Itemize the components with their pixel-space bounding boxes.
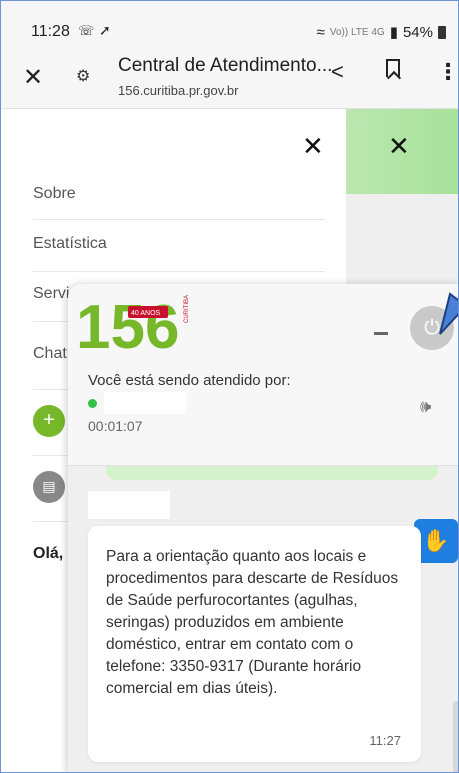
menu-item-servicos[interactable]: Servi (33, 285, 69, 303)
pointer-cursor-icon (439, 292, 458, 335)
divider (33, 271, 325, 272)
share-icon[interactable]: < (331, 59, 344, 85)
online-status-icon (88, 399, 97, 408)
network-indicator: Vo)) LTE 4G (329, 26, 385, 38)
scrollbar[interactable] (453, 701, 458, 772)
chat-message-bubble: Para a orientação quanto aos locais e pr… (88, 526, 421, 762)
page-url: 156.curitiba.pr.gov.br (118, 83, 239, 98)
close-icon[interactable]: ✕ (23, 63, 43, 92)
logo-badge-text: 40 ANOS (131, 310, 161, 317)
message-time: 11:27 (369, 733, 401, 748)
status-bar: 11:28 ☏ ➚ ≈ Vo)) LTE 4G ▮ 54% (1, 1, 458, 41)
add-icon[interactable]: + (33, 405, 65, 437)
battery-percent: 54% (402, 23, 433, 41)
wifi-icon: ≈ (316, 23, 325, 41)
previous-message-bubble (106, 466, 438, 480)
menu-close-icon[interactable]: ✕ (302, 131, 324, 162)
menu-item-sobre[interactable]: Sobre (33, 185, 76, 203)
signal-icon: ▮ (389, 24, 398, 41)
agent-name-redacted (104, 392, 186, 414)
navigation-icon: ➚ (99, 22, 111, 38)
archive-icon[interactable]: ▤ (33, 471, 65, 503)
menu-item-estatistica[interactable]: Estatística (33, 235, 107, 253)
status-right: ≈ Vo)) LTE 4G ▮ 54% (317, 23, 446, 41)
156-curitiba-logo: 156 40 ANOS CURITIBA (76, 293, 190, 354)
site-settings-icon[interactable]: ⚙ (76, 66, 90, 86)
status-time: 11:28 (31, 23, 70, 40)
close-icon[interactable]: ✕ (388, 131, 410, 162)
attended-by-label: Você está sendo atendido por: (88, 372, 291, 389)
message-text: Para a orientação quanto aos locais e pr… (106, 548, 399, 697)
more-options-icon[interactable]: ⋮ (437, 59, 458, 85)
logo-city: CURITIBA (184, 295, 190, 323)
page-title: Central de Atendimento... (118, 55, 333, 76)
logo-number: 156 (76, 293, 179, 354)
menu-item-chat[interactable]: Chat (33, 345, 67, 363)
whatsapp-icon: ☏ (78, 23, 95, 38)
speaker-icon[interactable]: 🕪 (420, 396, 431, 417)
screen: 11:28 ☏ ➚ ≈ Vo)) LTE 4G ▮ 54% ✕ ⚙ Centra… (0, 0, 459, 773)
greeting-text: Olá, (33, 545, 64, 562)
divider (33, 219, 325, 220)
sender-name-redacted (88, 491, 170, 519)
bookmark-icon[interactable] (386, 59, 400, 77)
browser-toolbar: ✕ ⚙ Central de Atendimento... 156.curiti… (1, 41, 458, 109)
chat-header: 156 40 ANOS CURITIBA ⏻ Você está sendo a… (68, 284, 458, 466)
chat-timer: 00:01:07 (88, 418, 143, 434)
minimize-button[interactable] (374, 332, 388, 335)
battery-icon (438, 25, 446, 39)
